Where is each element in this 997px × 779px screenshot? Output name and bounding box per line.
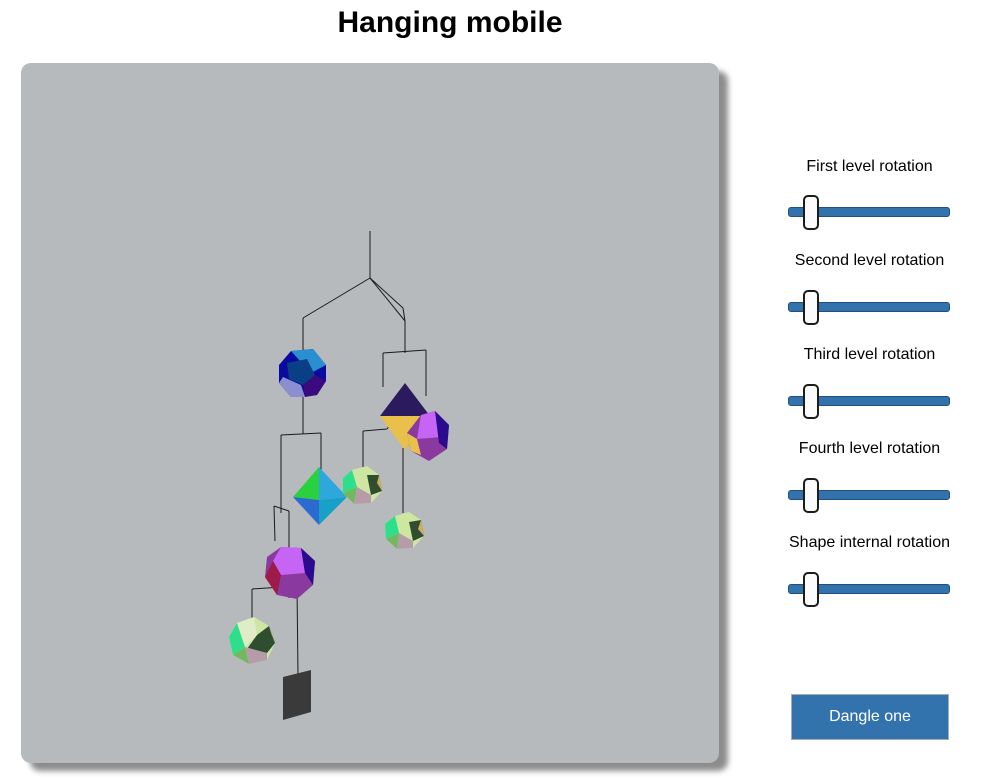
dodecahedron-shape: [265, 547, 315, 599]
cube-shape: [283, 670, 311, 720]
dangle-one-button[interactable]: Dangle one: [791, 694, 949, 740]
mobile-3d-canvas[interactable]: [21, 63, 719, 763]
shape-internal-rotation-label: Shape internal rotation: [789, 534, 950, 551]
mobile-strings: [251, 231, 427, 676]
slider-thumb[interactable]: [802, 478, 819, 513]
third-level-rotation-label: Third level rotation: [803, 346, 936, 363]
slider-thumb[interactable]: [802, 572, 819, 607]
page-title: Hanging mobile: [337, 6, 563, 39]
icosahedron-shape: [343, 466, 382, 504]
slider-thumb[interactable]: [802, 195, 819, 230]
third-level-rotation-slider[interactable]: [788, 384, 950, 424]
controls-panel: First level rotation Second level rotati…: [770, 0, 970, 779]
slider-thumb[interactable]: [802, 290, 819, 325]
dodecahedron-shape: [279, 349, 326, 397]
icosahedron-shape: [229, 617, 275, 664]
second-level-rotation-label: Second level rotation: [794, 252, 945, 269]
mobile-svg: [229, 231, 449, 720]
shape-internal-rotation-slider[interactable]: [788, 572, 950, 612]
icosahedron-shape: [385, 512, 424, 549]
octahedron-shape: [293, 467, 347, 525]
first-level-rotation-label: First level rotation: [806, 158, 933, 175]
fourth-level-rotation-slider[interactable]: [788, 478, 950, 518]
second-level-rotation-slider[interactable]: [788, 290, 950, 330]
fourth-level-rotation-label: Fourth level rotation: [798, 440, 941, 457]
slider-thumb[interactable]: [802, 384, 819, 419]
first-level-rotation-slider[interactable]: [788, 195, 950, 235]
